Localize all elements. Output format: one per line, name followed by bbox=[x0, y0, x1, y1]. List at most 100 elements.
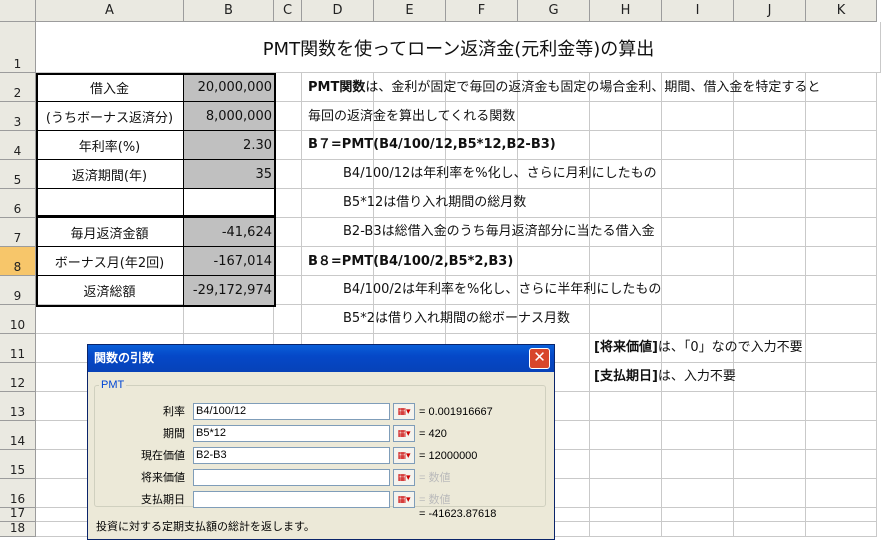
cell[interactable] bbox=[734, 247, 806, 276]
arg-input[interactable]: B5*12 bbox=[193, 425, 390, 442]
cell[interactable] bbox=[734, 102, 806, 131]
arg-input[interactable] bbox=[193, 491, 390, 508]
cell[interactable] bbox=[590, 421, 662, 450]
cell[interactable] bbox=[590, 392, 662, 421]
cell[interactable] bbox=[806, 363, 877, 392]
cell[interactable] bbox=[184, 305, 274, 334]
cell[interactable] bbox=[806, 218, 877, 247]
arg-input[interactable]: B4/100/12 bbox=[193, 403, 390, 420]
label-cell[interactable]: 毎月返済金額 bbox=[36, 218, 184, 247]
value-cell[interactable]: -41,624 bbox=[184, 218, 276, 247]
value-cell[interactable]: 2.30 bbox=[184, 131, 276, 160]
cell[interactable] bbox=[274, 189, 302, 218]
column-header-j[interactable]: J bbox=[734, 0, 806, 22]
column-header-b[interactable]: B bbox=[184, 0, 274, 22]
cell[interactable] bbox=[662, 305, 734, 334]
cell[interactable] bbox=[806, 305, 877, 334]
cell[interactable] bbox=[806, 102, 877, 131]
row-header-5[interactable]: 5 bbox=[0, 160, 36, 189]
cell[interactable] bbox=[662, 189, 734, 218]
cell[interactable] bbox=[662, 392, 734, 421]
dialog-titlebar[interactable]: 関数の引数 ✕ bbox=[88, 345, 554, 372]
cell[interactable] bbox=[590, 247, 662, 276]
cell[interactable] bbox=[662, 218, 734, 247]
cell[interactable] bbox=[590, 131, 662, 160]
label-cell[interactable] bbox=[36, 189, 184, 218]
collapse-ref-icon[interactable]: ▦▾ bbox=[393, 491, 415, 508]
arg-input[interactable] bbox=[193, 469, 390, 486]
value-cell[interactable]: -29,172,974 bbox=[184, 276, 276, 306]
cell[interactable] bbox=[806, 450, 877, 479]
cell[interactable] bbox=[274, 218, 302, 247]
row-header-8[interactable]: 8 bbox=[0, 247, 36, 276]
cell[interactable] bbox=[518, 247, 590, 276]
value-cell[interactable]: 8,000,000 bbox=[184, 102, 276, 131]
cell[interactable] bbox=[590, 479, 662, 508]
collapse-ref-icon[interactable]: ▦▾ bbox=[393, 469, 415, 486]
cell[interactable] bbox=[274, 247, 302, 276]
row-header-13[interactable]: 13 bbox=[0, 392, 36, 421]
row-header-1[interactable]: 1 bbox=[0, 22, 36, 73]
cell[interactable] bbox=[274, 160, 302, 189]
column-header-a[interactable]: A bbox=[36, 0, 184, 22]
cell[interactable] bbox=[806, 189, 877, 218]
cell[interactable] bbox=[518, 102, 590, 131]
cell[interactable] bbox=[662, 102, 734, 131]
row-header-17[interactable]: 17 bbox=[0, 506, 36, 522]
cell[interactable] bbox=[590, 522, 662, 537]
row-header-4[interactable]: 4 bbox=[0, 131, 36, 160]
column-header-e[interactable]: E bbox=[374, 0, 446, 22]
row-header-6[interactable]: 6 bbox=[0, 189, 36, 218]
cell[interactable] bbox=[734, 421, 806, 450]
column-header-d[interactable]: D bbox=[302, 0, 374, 22]
cell[interactable] bbox=[734, 508, 806, 522]
cell[interactable] bbox=[590, 102, 662, 131]
collapse-ref-icon[interactable]: ▦▾ bbox=[393, 447, 415, 464]
row-header-3[interactable]: 3 bbox=[0, 102, 36, 131]
row-header-7[interactable]: 7 bbox=[0, 218, 36, 247]
cell[interactable] bbox=[734, 160, 806, 189]
cell[interactable] bbox=[274, 305, 302, 334]
column-header-k[interactable]: K bbox=[806, 0, 877, 22]
label-cell[interactable]: 返済総額 bbox=[36, 276, 184, 306]
cell[interactable] bbox=[662, 479, 734, 508]
row-header-14[interactable]: 14 bbox=[0, 421, 36, 450]
cell[interactable] bbox=[806, 508, 877, 522]
cell[interactable] bbox=[590, 305, 662, 334]
cell[interactable] bbox=[662, 131, 734, 160]
row-header-12[interactable]: 12 bbox=[0, 363, 36, 392]
cell[interactable] bbox=[662, 247, 734, 276]
cell[interactable] bbox=[734, 479, 806, 508]
cell[interactable] bbox=[806, 131, 877, 160]
cell[interactable] bbox=[806, 160, 877, 189]
cell[interactable] bbox=[662, 421, 734, 450]
arg-input[interactable]: B2-B3 bbox=[193, 447, 390, 464]
row-header-9[interactable]: 9 bbox=[0, 276, 36, 305]
cell[interactable] bbox=[274, 276, 302, 305]
cell[interactable] bbox=[590, 189, 662, 218]
collapse-ref-icon[interactable]: ▦▾ bbox=[393, 403, 415, 420]
label-cell[interactable]: ボーナス月(年2回) bbox=[36, 247, 184, 276]
cell[interactable] bbox=[806, 522, 877, 537]
cell[interactable] bbox=[734, 131, 806, 160]
row-header-10[interactable]: 10 bbox=[0, 305, 36, 334]
cell[interactable] bbox=[806, 276, 877, 305]
cell[interactable] bbox=[36, 305, 184, 334]
column-header-f[interactable]: F bbox=[446, 0, 518, 22]
close-button[interactable]: ✕ bbox=[529, 348, 550, 369]
cell[interactable] bbox=[662, 160, 734, 189]
cell[interactable] bbox=[734, 522, 806, 537]
cell[interactable] bbox=[734, 218, 806, 247]
cell[interactable] bbox=[590, 450, 662, 479]
row-header-18[interactable]: 18 bbox=[0, 521, 36, 537]
column-header-g[interactable]: G bbox=[518, 0, 590, 22]
value-cell[interactable]: 35 bbox=[184, 160, 276, 189]
value-cell[interactable]: 20,000,000 bbox=[184, 73, 276, 102]
cell[interactable] bbox=[662, 276, 734, 305]
column-header-i[interactable]: I bbox=[662, 0, 734, 22]
cell[interactable] bbox=[806, 334, 877, 363]
cell[interactable] bbox=[274, 73, 302, 102]
cell[interactable] bbox=[806, 247, 877, 276]
cell[interactable] bbox=[806, 479, 877, 508]
cell[interactable] bbox=[734, 276, 806, 305]
